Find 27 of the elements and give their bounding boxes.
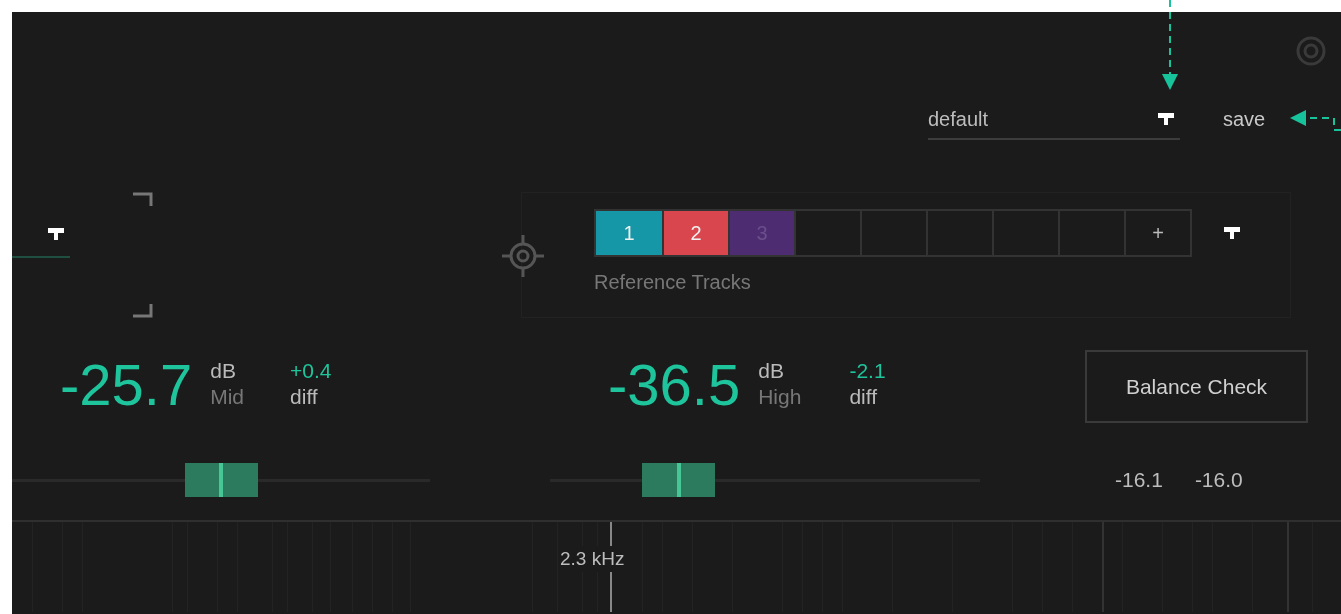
settings-icon[interactable] — [1296, 36, 1326, 66]
annotation-arrow — [1290, 110, 1341, 131]
band-label: High — [758, 384, 802, 410]
caret-icon[interactable] — [48, 228, 64, 240]
unit-label: dB — [758, 358, 785, 384]
diff-label: diff — [290, 384, 319, 410]
unit-label: dB — [210, 358, 237, 384]
preset-dropdown[interactable]: default — [928, 100, 1180, 140]
diff-value: -2.1 — [849, 358, 886, 384]
target-icon[interactable] — [500, 233, 546, 279]
caret-icon[interactable] — [1224, 227, 1240, 239]
loudness-reading: -25.7 — [60, 352, 193, 418]
caret-icon[interactable] — [1158, 113, 1174, 125]
track-slot[interactable]: 2 — [662, 211, 728, 255]
diff-value: +0.4 — [290, 358, 332, 384]
loudness-reading: -36.5 — [608, 352, 741, 418]
slider-thumb[interactable] — [184, 463, 258, 497]
frequency-cursor-label: 2.3 kHz — [560, 546, 625, 572]
balance-reading: -16.0 — [1194, 468, 1243, 492]
reference-tracks-label: Reference Tracks — [594, 271, 752, 294]
band-label: Mid — [210, 384, 245, 410]
corner-brackets-icon — [133, 192, 153, 318]
diff-label: diff — [849, 384, 879, 410]
balance-reading: -16.1 — [1115, 468, 1163, 492]
save-link[interactable]: save — [1223, 108, 1281, 131]
balance-check-button[interactable]: Balance Check — [1085, 350, 1308, 423]
add-track-button[interactable]: + — [1124, 211, 1190, 255]
